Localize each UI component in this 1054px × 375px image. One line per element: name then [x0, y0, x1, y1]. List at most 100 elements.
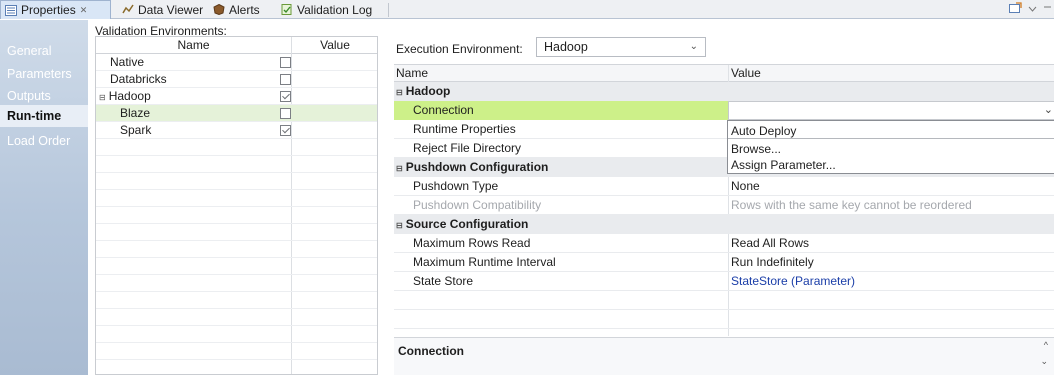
property-name: Maximum Runtime Interval: [413, 255, 556, 269]
env-name: Blaze: [120, 106, 151, 120]
empty-row: [394, 291, 1054, 310]
column-header-name[interactable]: Name: [96, 38, 291, 52]
property-value[interactable]: None: [731, 179, 760, 193]
menu-divider: [728, 138, 1054, 139]
env-name: Hadoop: [108, 89, 151, 103]
table-row[interactable]: Databricks: [96, 71, 377, 88]
properties-icon: [5, 4, 17, 16]
view-tab-bar: Properties ✕ Data Viewer Alerts Validati…: [0, 0, 1054, 19]
property-row-max-rows[interactable]: Maximum Rows Read Read All Rows: [394, 234, 1054, 253]
empty-row: [96, 275, 377, 292]
tab-data-viewer-label: Data Viewer: [138, 2, 204, 17]
column-header-value[interactable]: Value: [291, 38, 377, 52]
scroll-down-icon[interactable]: ⌄: [1040, 356, 1048, 367]
empty-row: [394, 310, 1054, 329]
description-title: Connection: [398, 344, 464, 358]
property-value[interactable]: Read All Rows: [731, 236, 809, 250]
empty-row: [96, 190, 377, 207]
chevron-down-icon: ⌄: [689, 41, 698, 52]
group-title: Source Configuration: [405, 217, 529, 231]
property-row-max-runtime[interactable]: Maximum Runtime Interval Run Indefinitel…: [394, 253, 1054, 272]
column-header-value[interactable]: Value: [731, 66, 761, 80]
tab-alerts-label: Alerts: [229, 2, 260, 17]
empty-row: [96, 156, 377, 173]
data-viewer-icon: [122, 4, 134, 15]
empty-row: [96, 207, 377, 224]
section-nav: General Parameters Outputs Run-time Load…: [0, 20, 88, 375]
tab-validation-log[interactable]: Validation Log: [277, 0, 372, 19]
nav-item-run-time[interactable]: Run-time: [0, 105, 88, 127]
tab-properties[interactable]: Properties ✕: [0, 0, 111, 19]
property-name: Reject File Directory: [413, 141, 522, 155]
tab-alerts[interactable]: Alerts: [209, 0, 260, 19]
env-name: Native: [110, 55, 145, 69]
state-store-link[interactable]: StateStore (Parameter): [731, 274, 855, 288]
validation-environments-table: Name Value Native Databricks ⊟ Hadoop Bla…: [95, 36, 378, 375]
collapse-icon[interactable]: ⊟: [396, 88, 403, 97]
chevron-down-icon[interactable]: ⌄: [1044, 103, 1053, 116]
env-checkbox[interactable]: [280, 125, 291, 136]
execution-environment-select[interactable]: Hadoop ⌄: [536, 37, 706, 57]
alert-icon: [213, 3, 225, 16]
table-row[interactable]: Spark: [96, 122, 377, 139]
tab-properties-label: Properties: [21, 3, 76, 17]
column-header-name[interactable]: Name: [396, 66, 428, 80]
property-row-connection[interactable]: Connection ⌄: [394, 101, 1054, 120]
env-checkbox[interactable]: [280, 57, 291, 68]
collapse-icon[interactable]: ⊟: [396, 164, 403, 173]
property-value[interactable]: Run Indefinitely: [731, 255, 814, 269]
menu-item-browse[interactable]: Browse...: [731, 142, 781, 156]
validation-log-icon: [281, 4, 293, 15]
env-checkbox[interactable]: [280, 91, 291, 102]
empty-row: [96, 309, 377, 326]
connection-dropdown-menu: Auto Deploy Browse... Assign Parameter..…: [727, 120, 1054, 174]
execution-environment-label: Execution Environment:: [396, 42, 523, 56]
property-name: Runtime Properties: [413, 122, 516, 136]
view-toolbar: [1009, 2, 1052, 16]
table-row[interactable]: ⊟ Hadoop: [96, 88, 377, 105]
group-title: Pushdown Configuration: [405, 160, 549, 174]
property-name: Maximum Rows Read: [413, 236, 531, 250]
empty-row: [96, 139, 377, 156]
empty-row: [96, 224, 377, 241]
property-name: State Store: [413, 274, 474, 288]
menu-item-auto-deploy[interactable]: Auto Deploy: [731, 124, 796, 138]
menu-item-assign-parameter[interactable]: Assign Parameter...: [731, 158, 836, 172]
table-row[interactable]: Blaze: [96, 105, 377, 122]
close-icon[interactable]: ✕: [80, 5, 88, 16]
nav-item-load-order[interactable]: Load Order: [7, 134, 70, 148]
minimize-icon[interactable]: [1043, 2, 1052, 16]
tab-validation-log-label: Validation Log: [297, 2, 373, 17]
table-row[interactable]: Native: [96, 54, 377, 71]
runtime-properties-table: Name Value ⊟ Hadoop Connection ⌄ Runtime …: [394, 64, 1054, 336]
new-window-icon[interactable]: [1009, 2, 1022, 16]
env-name: Spark: [120, 123, 152, 137]
view-menu-icon[interactable]: [1028, 2, 1037, 16]
connection-value-field[interactable]: ⌄: [728, 101, 1054, 120]
tab-data-viewer[interactable]: Data Viewer: [118, 0, 203, 19]
env-checkbox[interactable]: [280, 74, 291, 85]
property-row-pushdown-compatibility: Pushdown Compatibility Rows with the sam…: [394, 196, 1054, 215]
scroll-up-icon[interactable]: ^: [1044, 340, 1048, 350]
empty-row: [96, 258, 377, 275]
property-description-panel: Connection ^ ⌄: [394, 337, 1054, 375]
collapse-icon[interactable]: ⊟: [396, 221, 403, 230]
empty-row: [96, 173, 377, 190]
env-name: Databricks: [110, 72, 167, 86]
empty-row: [96, 360, 377, 374]
empty-row: [96, 326, 377, 343]
property-name: Pushdown Type: [413, 179, 499, 193]
tab-divider: [388, 3, 389, 17]
nav-item-general[interactable]: General: [7, 44, 51, 58]
execution-environment-value: Hadoop: [544, 40, 588, 54]
property-value: Rows with the same key cannot be reorder…: [731, 198, 972, 212]
env-checkbox[interactable]: [280, 108, 291, 119]
group-row-hadoop[interactable]: ⊟ Hadoop: [394, 82, 1054, 101]
property-row-state-store[interactable]: State Store StateStore (Parameter): [394, 272, 1054, 291]
group-row-source[interactable]: ⊟ Source Configuration: [394, 215, 1054, 234]
property-row-pushdown-type[interactable]: Pushdown Type None: [394, 177, 1054, 196]
empty-row: [96, 241, 377, 258]
collapse-icon[interactable]: ⊟: [99, 93, 106, 102]
nav-item-parameters[interactable]: Parameters: [7, 67, 72, 81]
nav-item-outputs[interactable]: Outputs: [7, 89, 51, 103]
